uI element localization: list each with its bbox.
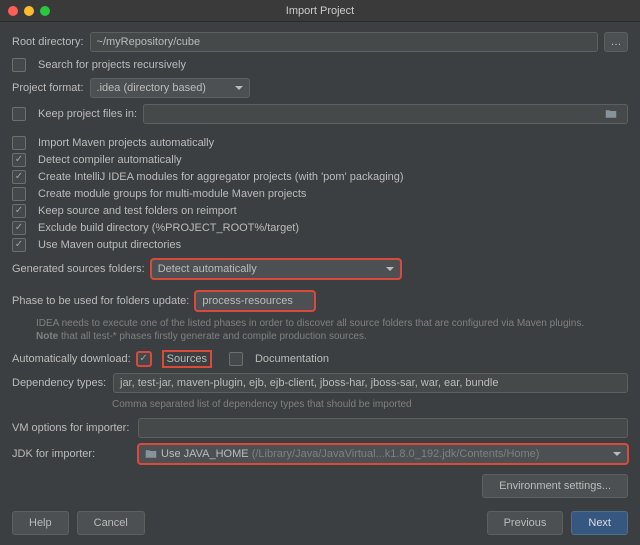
maven-option-3-label: Create module groups for multi-module Ma… [38, 188, 306, 200]
vm-options-label: VM options for importer: [12, 422, 132, 434]
root-directory-input[interactable]: ~/myRepository/cube [90, 32, 598, 52]
maven-option-5-checkbox[interactable] [12, 221, 26, 235]
auto-download-label: Automatically download: [12, 353, 131, 365]
maven-option-6-checkbox[interactable] [12, 238, 26, 252]
chevron-down-icon [235, 86, 243, 90]
maven-option-5-label: Exclude build directory (%PROJECT_ROOT%/… [38, 222, 299, 234]
previous-button[interactable]: Previous [487, 511, 564, 535]
jdk-icon [145, 448, 157, 460]
keep-files-checkbox[interactable] [12, 107, 26, 121]
vm-options-input[interactable] [138, 418, 628, 438]
maven-option-3-checkbox[interactable] [12, 187, 26, 201]
documentation-checkbox[interactable] [229, 352, 243, 366]
next-button[interactable]: Next [571, 511, 628, 535]
chevron-down-icon [613, 452, 621, 456]
generated-sources-dropdown[interactable]: Detect automatically [151, 259, 401, 279]
keep-files-input[interactable] [143, 104, 628, 124]
dependency-types-input[interactable]: jar, test-jar, maven-plugin, ejb, ejb-cl… [113, 373, 628, 393]
maven-option-1-checkbox[interactable] [12, 153, 26, 167]
generated-sources-label: Generated sources folders: [12, 263, 145, 275]
maven-option-1-label: Detect compiler automatically [38, 154, 182, 166]
maven-option-2-label: Create IntelliJ IDEA modules for aggrega… [38, 171, 404, 183]
chevron-down-icon [386, 267, 394, 271]
environment-settings-button[interactable]: Environment settings... [482, 474, 628, 498]
folder-icon [605, 108, 617, 120]
maven-option-0-label: Import Maven projects automatically [38, 137, 214, 149]
jdk-dropdown[interactable]: Use JAVA_HOME (/Library/Java/JavaVirtual… [138, 444, 628, 464]
phase-label: Phase to be used for folders update: [12, 295, 189, 307]
phase-hint: IDEA needs to execute one of the listed … [36, 317, 628, 343]
help-button[interactable]: Help [12, 511, 69, 535]
cancel-button[interactable]: Cancel [77, 511, 145, 535]
titlebar: Import Project [0, 0, 640, 22]
maven-option-4-label: Keep source and test folders on reimport [38, 205, 237, 217]
jdk-label: JDK for importer: [12, 448, 132, 460]
maven-option-0-checkbox[interactable] [12, 136, 26, 150]
maven-option-4-checkbox[interactable] [12, 204, 26, 218]
dependency-types-label: Dependency types: [12, 377, 107, 389]
window-title: Import Project [0, 5, 640, 17]
sources-label: Sources [163, 351, 211, 367]
search-recursively-label: Search for projects recursively [38, 59, 186, 71]
documentation-label: Documentation [255, 353, 329, 365]
phase-dropdown[interactable]: process-resources [195, 291, 315, 311]
root-directory-label: Root directory: [12, 36, 84, 48]
search-recursively-checkbox[interactable] [12, 58, 26, 72]
project-format-label: Project format: [12, 82, 84, 94]
sources-checkbox[interactable] [137, 352, 151, 366]
dependency-types-hint: Comma separated list of dependency types… [112, 399, 628, 410]
browse-button[interactable]: … [604, 32, 628, 52]
keep-files-label: Keep project files in: [38, 108, 137, 120]
maven-option-2-checkbox[interactable] [12, 170, 26, 184]
project-format-dropdown[interactable]: .idea (directory based) [90, 78, 250, 98]
maven-option-6-label: Use Maven output directories [38, 239, 181, 251]
